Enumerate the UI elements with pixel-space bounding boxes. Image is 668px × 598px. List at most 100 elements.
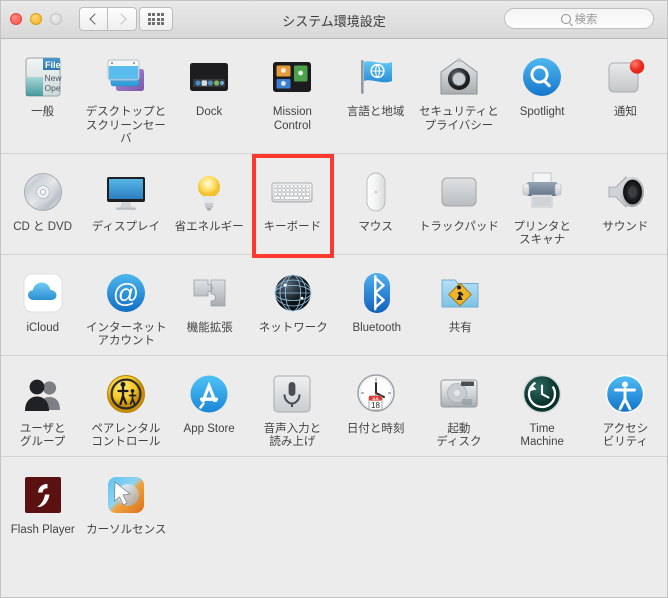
pref-pane-icloud[interactable]: iCloud xyxy=(1,263,85,349)
pref-pane-sharing[interactable]: 共有 xyxy=(419,263,503,349)
internet-accounts-icon: @ xyxy=(102,269,150,317)
pref-pane-internet-accounts[interactable]: @ インターネット アカウント xyxy=(85,263,169,349)
pref-pane-time-machine[interactable]: Time Machine xyxy=(501,364,584,450)
pref-pane-label: 一般 xyxy=(31,106,55,118)
pref-pane-dock[interactable]: Dock xyxy=(168,47,251,147)
pref-pane-label: iCloud xyxy=(26,321,60,334)
pref-pane-label: 省エネルギー xyxy=(174,220,244,233)
preference-row: Flash Player カーソルセンス xyxy=(1,457,667,544)
pref-pane-label: カーソルセンス xyxy=(86,523,167,536)
pref-pane-label: Bluetooth xyxy=(352,321,402,334)
svg-text:File: File xyxy=(45,60,61,70)
pref-pane-general[interactable]: File New Ope 一般 xyxy=(1,47,84,147)
network-icon xyxy=(269,269,317,317)
pref-pane-trackpad[interactable]: トラックパッド xyxy=(417,162,500,248)
sharing-icon xyxy=(436,269,484,317)
pref-pane-startup-disk[interactable]: 起動 ディスク xyxy=(417,364,500,450)
preference-row: iCloud @ インターネット アカウント 機能拡張 ネットワーク Bluet… xyxy=(1,255,667,355)
pref-pane-extensions[interactable]: 機能拡張 xyxy=(168,263,252,349)
pref-pane-label: 音声入力と 読み上げ xyxy=(263,422,322,449)
language-region-icon xyxy=(352,53,400,101)
preference-row: ユーザと グループ ペアレンタル コントロール App Store 音声入力と … xyxy=(1,356,667,456)
mission-control-icon xyxy=(268,53,316,101)
pref-pane-notifications[interactable]: 通知 xyxy=(584,47,667,147)
pref-pane-desktop-screensaver[interactable]: デスクトップと スクリーンセーバ xyxy=(84,47,167,147)
pref-pane-label: 機能拡張 xyxy=(186,321,233,334)
svg-text:Ope: Ope xyxy=(44,83,60,93)
pref-pane-label: ネットワーク xyxy=(258,321,328,334)
printers-scanners-icon xyxy=(518,168,566,216)
search-placeholder: 検索 xyxy=(574,13,598,26)
flash-player-icon xyxy=(19,471,67,519)
preference-section-internet-wireless: iCloud @ インターネット アカウント 機能拡張 ネットワーク Bluet… xyxy=(1,255,667,356)
keyboard-icon xyxy=(268,168,316,216)
pref-pane-accessibility[interactable]: アクセシ ビリティ xyxy=(584,364,667,450)
general-icon: File New Ope xyxy=(19,53,67,101)
pref-pane-label: 起動 ディスク xyxy=(436,422,482,449)
extensions-icon xyxy=(186,269,234,317)
preference-section-hardware: CD と DVD ディスプレイ 省エネルギー キーボード マウス トラックパッド… xyxy=(1,154,667,255)
pref-pane-language-region[interactable]: 言語と地域 xyxy=(334,47,417,147)
pref-pane-app-store[interactable]: App Store xyxy=(168,364,251,450)
pref-pane-label: CD と DVD xyxy=(13,220,73,233)
pref-pane-printers-scanners[interactable]: プリンタと スキャナ xyxy=(501,162,584,248)
pref-pane-label: セキュリティと プライバシー xyxy=(418,106,499,132)
pref-pane-network[interactable]: ネットワーク xyxy=(252,263,336,349)
parental-controls-icon xyxy=(102,370,150,418)
dictation-speech-icon xyxy=(268,370,316,418)
system-preferences-window: システム環境設定 検索 File New Ope 一般 デスクトップと スクリー… xyxy=(0,0,668,598)
pref-pane-energy-saver[interactable]: 省エネルギー xyxy=(168,162,251,248)
pref-pane-label: ディスプレイ xyxy=(91,220,160,233)
notifications-icon xyxy=(601,53,649,101)
pref-pane-label: Dock xyxy=(196,106,223,118)
svg-text:18: 18 xyxy=(371,401,380,410)
pref-pane-label: 言語と地域 xyxy=(346,106,405,118)
pref-pane-displays[interactable]: ディスプレイ xyxy=(84,162,167,248)
pref-pane-cd-dvd[interactable]: CD と DVD xyxy=(1,162,84,248)
pref-pane-sound[interactable]: サウンド xyxy=(584,162,667,248)
preference-section-system: ユーザと グループ ペアレンタル コントロール App Store 音声入力と … xyxy=(1,356,667,457)
pref-pane-mission-control[interactable]: Mission Control xyxy=(251,47,334,147)
desktop-screensaver-icon xyxy=(102,53,150,101)
preference-section-other: Flash Player カーソルセンス xyxy=(1,457,667,544)
pref-pane-label: Mission Control xyxy=(272,106,312,132)
pref-pane-label: 日付と時刻 xyxy=(346,422,405,435)
pref-pane-label: インターネット アカウント xyxy=(86,321,167,348)
search-field[interactable]: 検索 xyxy=(504,8,654,29)
pref-pane-label: プリンタと スキャナ xyxy=(513,220,571,247)
pref-pane-label: デスクトップと スクリーンセーバ xyxy=(85,106,167,145)
icloud-icon xyxy=(19,269,67,317)
pref-pane-mouse[interactable]: マウス xyxy=(334,162,417,248)
pref-pane-keyboard[interactable]: キーボード xyxy=(251,162,334,248)
pref-pane-bluetooth[interactable]: Bluetooth xyxy=(335,263,419,349)
pref-pane-parental-controls[interactable]: ペアレンタル コントロール xyxy=(84,364,167,450)
security-privacy-icon xyxy=(435,53,483,101)
pref-pane-users-groups[interactable]: ユーザと グループ xyxy=(1,364,84,450)
users-groups-icon xyxy=(19,370,67,418)
pref-pane-date-time[interactable]: JUL 18 日付と時刻 xyxy=(334,364,417,450)
svg-text:@: @ xyxy=(113,278,139,308)
spotlight-icon xyxy=(518,53,566,101)
energy-saver-icon xyxy=(185,168,233,216)
pref-pane-label: ユーザと グループ xyxy=(19,422,66,449)
cd-dvd-icon xyxy=(19,168,67,216)
pref-pane-label: 通知 xyxy=(613,106,637,118)
cursorsense-icon xyxy=(102,471,150,519)
pref-pane-cursorsense[interactable]: カーソルセンス xyxy=(85,465,169,538)
pref-pane-spotlight[interactable]: Spotlight xyxy=(501,47,584,147)
time-machine-icon xyxy=(518,370,566,418)
app-store-icon xyxy=(185,370,233,418)
trackpad-icon xyxy=(435,168,483,216)
pref-pane-flash-player[interactable]: Flash Player xyxy=(1,465,85,538)
pref-pane-label: サウンド xyxy=(602,220,649,233)
preference-row: File New Ope 一般 デスクトップと スクリーンセーバ Dock Mi… xyxy=(1,39,667,153)
pref-pane-security-privacy[interactable]: セキュリティと プライバシー xyxy=(417,47,500,147)
pref-pane-label: App Store xyxy=(183,422,235,435)
svg-text:New: New xyxy=(44,73,62,83)
search-icon xyxy=(560,13,571,24)
pref-pane-label: ペアレンタル コントロール xyxy=(91,422,161,449)
accessibility-icon xyxy=(601,370,649,418)
titlebar: システム環境設定 検索 xyxy=(1,1,667,39)
pref-pane-label: アクセシ ビリティ xyxy=(602,422,649,449)
pref-pane-dictation-speech[interactable]: 音声入力と 読み上げ xyxy=(251,364,334,450)
